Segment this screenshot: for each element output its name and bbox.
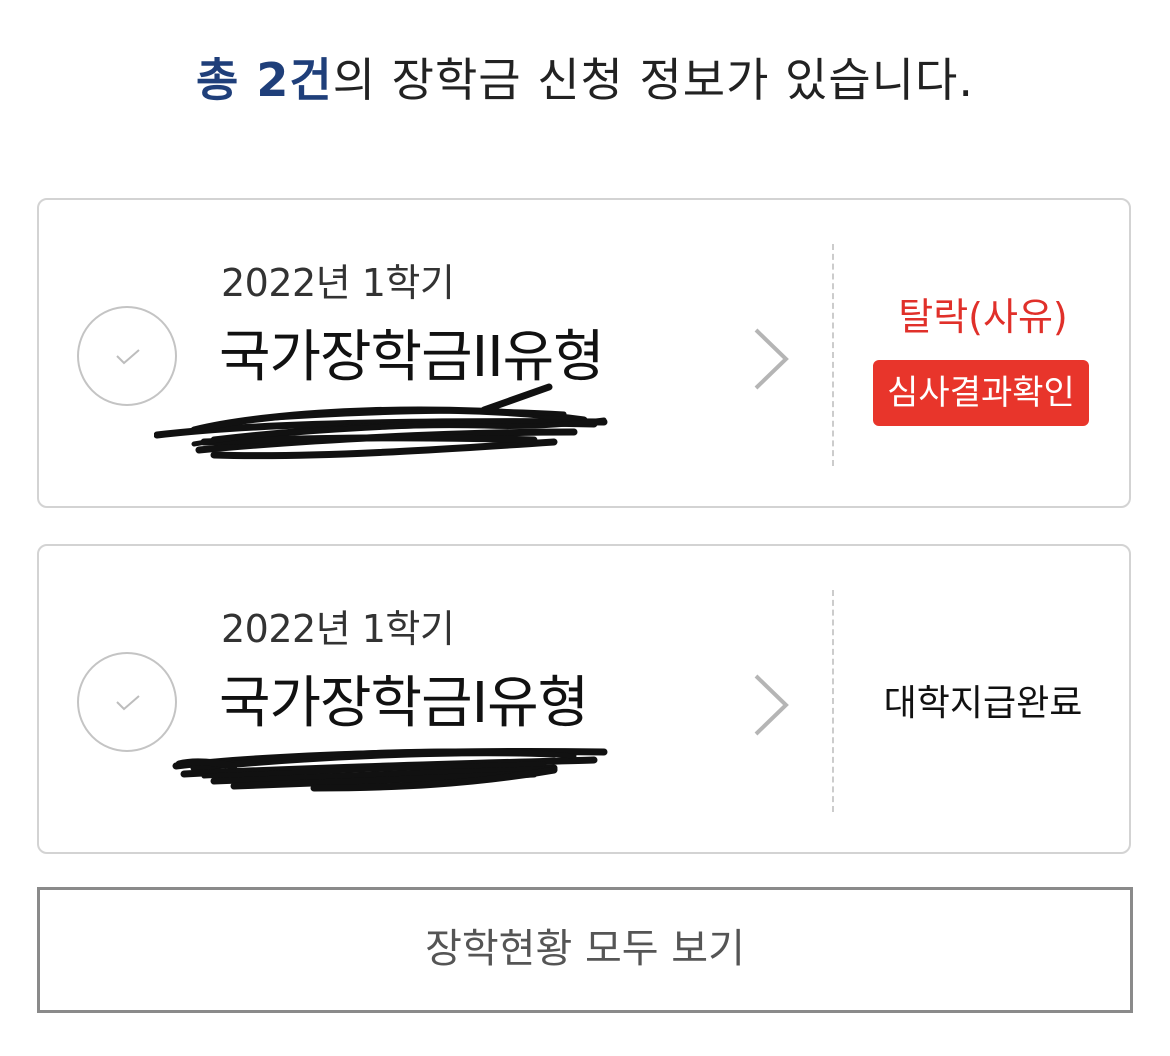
status-rejected: 탈락(사유) <box>898 295 1068 339</box>
semester-label: 2022년 1학기 <box>221 261 455 305</box>
summary-text: 의 장학금 신청 정보가 있습니다. <box>332 53 974 107</box>
scholarship-application-page: 총 2건의 장학금 신청 정보가 있습니다. 2022년 1학기 국가장학금II… <box>0 0 1170 1056</box>
check-icon <box>116 349 140 365</box>
status-area: 탈락(사유) 심사결과확인 <box>835 200 1131 506</box>
dashed-divider <box>832 244 834 466</box>
semester-label: 2022년 1학기 <box>221 607 455 651</box>
status-area: 대학지급완료 <box>835 546 1131 852</box>
application-card[interactable]: 2022년 1학기 국가장학금II유형 탈락(사유) 심사결과확인 <box>37 198 1131 508</box>
view-all-button[interactable]: 장학현황 모두 보기 <box>37 887 1133 1013</box>
redaction-scribble <box>172 748 608 792</box>
application-card[interactable]: 2022년 1학기 국가장학금I유형 대학지급완료 <box>37 544 1131 854</box>
chevron-right-icon[interactable] <box>751 672 791 738</box>
status-paid: 대학지급완료 <box>883 683 1083 724</box>
chevron-right-icon[interactable] <box>751 326 791 392</box>
redaction-scribble <box>154 383 608 460</box>
check-icon <box>116 695 140 711</box>
review-result-button[interactable]: 심사결과확인 <box>873 360 1089 426</box>
summary-count: 총 2건 <box>196 53 333 107</box>
summary-heading: 총 2건의 장학금 신청 정보가 있습니다. <box>0 44 1170 110</box>
dashed-divider <box>832 590 834 812</box>
